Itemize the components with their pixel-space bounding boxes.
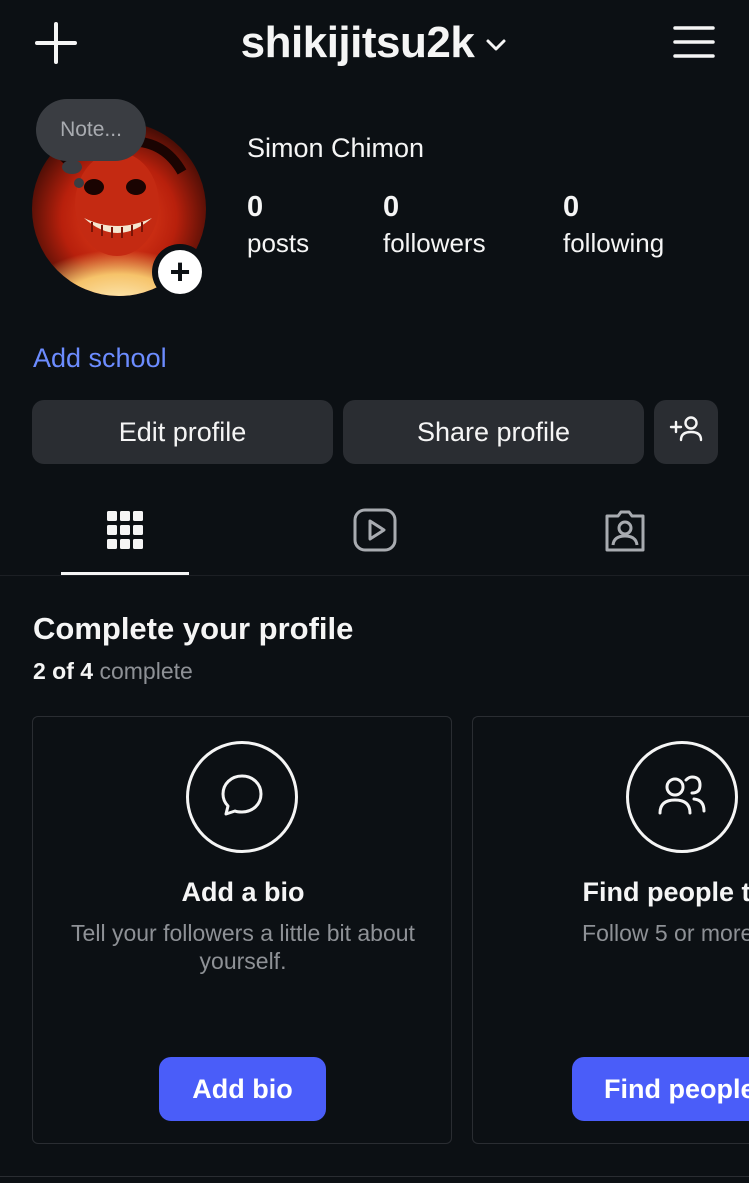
card-description: Tell your followers a little bit about y… (71, 920, 415, 974)
plus-icon: + (158, 250, 202, 294)
tabs-divider (0, 575, 749, 576)
add-bio-button[interactable]: Add bio (159, 1057, 326, 1121)
tab-reels[interactable] (349, 506, 401, 558)
note-bubble-tail (62, 160, 82, 174)
progress-count: 2 of 4 (33, 658, 94, 684)
bottom-divider (0, 1176, 749, 1177)
discover-people-button[interactable] (654, 400, 718, 464)
stat-label: posts (247, 228, 310, 258)
hamburger-menu-icon[interactable] (672, 24, 716, 60)
stat-value: 0 (247, 191, 264, 223)
account-switcher[interactable]: shikijitsu2k (0, 18, 749, 68)
grid-icon (106, 508, 144, 557)
stat-following[interactable]: 0 following (563, 192, 664, 258)
share-profile-button[interactable]: Share profile (343, 400, 644, 464)
card-title: Find people to f (582, 877, 749, 907)
find-people-button[interactable]: Find people (572, 1057, 749, 1121)
add-school-link[interactable]: Add school (33, 343, 167, 374)
username: shikijitsu2k (240, 18, 475, 67)
complete-profile-progress: 2 of 4 complete (33, 658, 193, 685)
profile-suggestion-card: Find people to f Follow 5 or more ac Fin… (472, 716, 749, 1144)
stat-followers[interactable]: 0 followers (383, 192, 486, 258)
progress-suffix: complete (99, 658, 193, 684)
note-bubble-tail-dot (74, 178, 84, 188)
add-person-icon (669, 414, 703, 451)
card-icon-circle (626, 741, 738, 853)
tagged-icon (602, 507, 648, 558)
profile-screen: shikijitsu2k + Note... Simon Chimon 0 po… (0, 0, 749, 1183)
card-description: Follow 5 or more ac (582, 920, 749, 946)
profile-suggestion-card: Add a bio Tell your followers a little b… (32, 716, 452, 1144)
display-name: Simon Chimon (247, 133, 425, 163)
stat-label: followers (383, 228, 486, 258)
card-icon-circle (186, 741, 298, 853)
tab-tagged[interactable] (599, 506, 651, 558)
note-bubble[interactable]: Note... (36, 99, 146, 161)
card-title: Add a bio (181, 877, 305, 907)
add-story-button[interactable]: + (152, 244, 208, 300)
tab-posts[interactable] (99, 506, 151, 558)
stat-label: following (563, 228, 665, 258)
chevron-down-icon (484, 33, 508, 57)
people-icon (656, 773, 708, 822)
stat-value: 0 (383, 191, 400, 223)
chat-bubble-icon (218, 771, 266, 824)
stat-posts[interactable]: 0 posts (247, 192, 309, 258)
edit-profile-button[interactable]: Edit profile (32, 400, 333, 464)
complete-profile-title: Complete your profile (33, 611, 354, 646)
reels-icon (352, 507, 398, 558)
stat-value: 0 (563, 191, 580, 223)
note-placeholder: Note... (60, 118, 122, 141)
